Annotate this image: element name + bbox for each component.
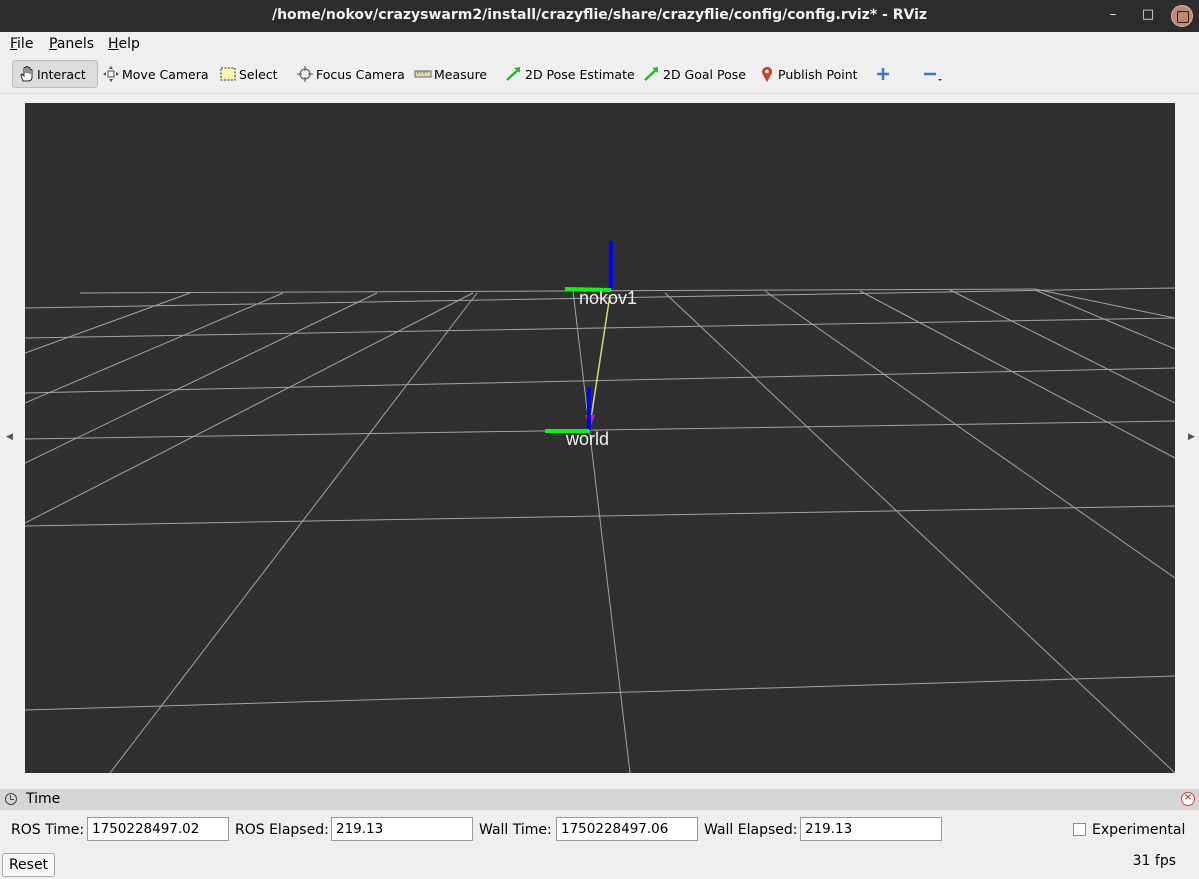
experimental-checkbox[interactable] bbox=[1073, 823, 1086, 836]
tf-link-line bbox=[589, 294, 611, 426]
frame-label-nokov1: nokov1 bbox=[579, 288, 638, 308]
right-dock-arrow-icon[interactable]: ▶ bbox=[1188, 432, 1195, 442]
tool-interact-label: Interact bbox=[37, 66, 86, 82]
green-arrow-icon bbox=[643, 65, 661, 83]
tool-measure[interactable]: Measure bbox=[414, 60, 487, 88]
time-panel-header: Time × bbox=[0, 789, 1199, 810]
experimental-label: Experimental bbox=[1092, 822, 1186, 838]
frame-label-world: world bbox=[566, 429, 610, 449]
menubar: File Panels Help bbox=[0, 32, 1199, 56]
move-camera-icon bbox=[102, 65, 120, 83]
menu-help[interactable]: Help bbox=[108, 35, 140, 53]
select-box-icon bbox=[219, 65, 237, 83]
minimize-button[interactable]: – bbox=[1103, 6, 1123, 26]
plus-icon bbox=[874, 65, 892, 83]
tool-2d-pose-estimate[interactable]: 2D Pose Estimate bbox=[505, 60, 635, 88]
menu-panels[interactable]: Panels bbox=[49, 35, 94, 53]
tool-select-label: Select bbox=[239, 66, 278, 82]
tool-focus-camera-label: Focus Camera bbox=[316, 66, 405, 82]
tool-select[interactable]: Select bbox=[219, 60, 278, 88]
tool-2d-pose-estimate-label: 2D Pose Estimate bbox=[525, 66, 635, 82]
reset-button[interactable]: Reset bbox=[2, 853, 55, 877]
minus-icon bbox=[922, 65, 942, 83]
maximize-button[interactable]: □ bbox=[1138, 6, 1158, 26]
wall-elapsed-label: Wall Elapsed: bbox=[704, 822, 798, 838]
menu-panels-label: anels bbox=[56, 36, 95, 52]
tool-interact[interactable]: Interact bbox=[12, 60, 98, 88]
ros-elapsed-field[interactable]: 219.13 bbox=[331, 817, 473, 841]
tool-move-camera[interactable]: Move Camera bbox=[102, 60, 209, 88]
close-icon[interactable]: × bbox=[1181, 792, 1195, 806]
menu-panels-mnemonic: P bbox=[49, 36, 57, 52]
window-title: /home/nokov/crazyswarm2/install/crazyfli… bbox=[271, 7, 928, 23]
map-pin-icon bbox=[758, 65, 776, 83]
tool-focus-camera[interactable]: Focus Camera bbox=[296, 60, 405, 88]
add-tool-button[interactable] bbox=[874, 60, 894, 88]
hand-icon bbox=[17, 65, 35, 83]
remove-tool-button[interactable] bbox=[922, 60, 942, 88]
menu-file-mnemonic: F bbox=[10, 36, 18, 52]
wall-time-field[interactable]: 1750228497.06 bbox=[556, 817, 698, 841]
time-panel-title: Time bbox=[26, 791, 61, 807]
tool-publish-point-label: Publish Point bbox=[778, 66, 858, 82]
tool-move-camera-label: Move Camera bbox=[122, 66, 209, 82]
wall-elapsed-field[interactable]: 219.13 bbox=[800, 817, 942, 841]
menu-help-mnemonic: H bbox=[108, 36, 119, 52]
menu-file[interactable]: File bbox=[10, 35, 33, 53]
wall-time-label: Wall Time: bbox=[479, 822, 552, 838]
ros-time-field[interactable]: 1750228497.02 bbox=[87, 817, 229, 841]
tool-publish-point[interactable]: Publish Point bbox=[758, 60, 858, 88]
left-dock-arrow-icon[interactable]: ◀ bbox=[6, 432, 13, 442]
clock-icon bbox=[5, 793, 17, 805]
tool-2d-goal-pose[interactable]: 2D Goal Pose bbox=[643, 60, 746, 88]
fps-readout: 31 fps bbox=[1132, 853, 1176, 869]
menu-file-label: ile bbox=[17, 36, 34, 52]
ros-elapsed-label: ROS Elapsed: bbox=[235, 822, 329, 838]
green-arrow-icon bbox=[505, 65, 523, 83]
ruler-icon bbox=[414, 65, 432, 83]
tool-measure-label: Measure bbox=[434, 66, 488, 82]
window-titlebar: /home/nokov/crazyswarm2/install/crazyfli… bbox=[0, 0, 1199, 32]
focus-target-icon bbox=[296, 65, 314, 83]
3d-viewport[interactable]: nokov1 world bbox=[25, 103, 1175, 773]
menu-help-label: elp bbox=[118, 36, 140, 52]
tool-2d-goal-pose-label: 2D Goal Pose bbox=[663, 66, 746, 82]
ros-time-label: ROS Time: bbox=[11, 822, 85, 838]
toolbar: Interact Move Camera Select Focus Camera… bbox=[0, 56, 1199, 94]
rviz-icon bbox=[1171, 5, 1193, 27]
